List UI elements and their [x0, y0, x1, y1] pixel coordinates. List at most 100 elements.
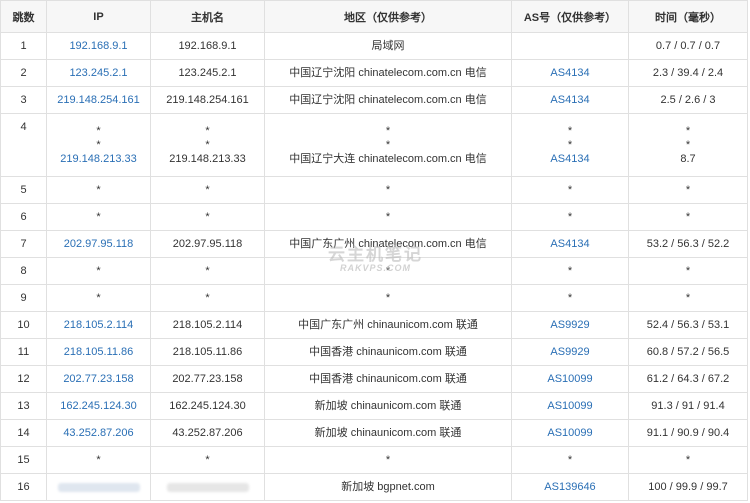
time-cell: 60.8 / 57.2 / 56.5 [628, 338, 748, 366]
blurred-host [166, 482, 249, 492]
as-cell: * [511, 446, 629, 474]
hop-cell: 5 [0, 176, 47, 204]
region-cell: 新加坡 chinaunicom.com 联通 [264, 419, 512, 447]
ip-link[interactable]: 219.148.213.33 [47, 152, 150, 166]
ip-cell [46, 473, 151, 501]
table-row: 3 219.148.254.161 219.148.254.161 中国辽宁沈阳… [0, 86, 748, 114]
star-placeholder: * [685, 125, 691, 137]
region-cell: 中国广东广州 chinaunicom.com 联通 [264, 311, 512, 339]
traceroute-table: 跳数 IP 主机名 地区（仅供参考） AS号（仅供参考） 时间（毫秒） 1 19… [0, 0, 748, 501]
as-link[interactable]: AS139646 [511, 473, 629, 501]
ip-cell: * [46, 203, 151, 231]
host-cell: * [150, 203, 265, 231]
as-link[interactable]: AS4134 [511, 86, 629, 114]
region-value: 中国辽宁大连 chinatelecom.com.cn 电信 [289, 153, 487, 165]
star-placeholder: * [205, 139, 210, 151]
as-link[interactable]: AS10099 [511, 365, 629, 393]
ip-link[interactable]: 43.252.87.206 [46, 419, 151, 447]
table-row: 15 * * * * * [0, 446, 748, 474]
time-cell: 61.2 / 64.3 / 67.2 [628, 365, 748, 393]
star-placeholder: * [567, 139, 573, 151]
as-link[interactable]: AS10099 [511, 392, 629, 420]
table-row: 9 * * * * * [0, 284, 748, 312]
table-row: 14 43.252.87.206 43.252.87.206 新加坡 china… [0, 419, 748, 447]
hop-cell: 8 [0, 257, 47, 285]
hop-cell: 1 [0, 32, 47, 60]
ip-link[interactable]: 123.245.2.1 [46, 59, 151, 87]
table-row: 1 192.168.9.1 192.168.9.1 局域网 0.7 / 0.7 … [0, 32, 748, 60]
ip-cell: * [46, 284, 151, 312]
hop-cell: 3 [0, 86, 47, 114]
hop-cell: 16 [0, 473, 47, 501]
time-cell: * [628, 446, 748, 474]
host-cell: 162.245.124.30 [150, 392, 265, 420]
host-cell: * * 219.148.213.33 [150, 113, 265, 177]
region-cell: * [264, 176, 512, 204]
as-cell: * [511, 284, 629, 312]
hop-cell: 13 [0, 392, 47, 420]
host-cell [150, 473, 265, 501]
ip-link[interactable]: 192.168.9.1 [46, 32, 151, 60]
ip-link[interactable]: 218.105.2.114 [46, 311, 151, 339]
time-cell: * * 8.7 [628, 113, 748, 177]
time-cell: 2.3 / 39.4 / 2.4 [628, 59, 748, 87]
ip-link[interactable]: 202.77.23.158 [46, 365, 151, 393]
region-cell: * [264, 257, 512, 285]
time-cell: 53.2 / 56.3 / 52.2 [628, 230, 748, 258]
host-cell: * [150, 284, 265, 312]
region-cell: 中国广东广州 chinatelecom.com.cn 电信 [264, 230, 512, 258]
header-region: 地区（仅供参考） [264, 0, 512, 33]
table-row: 2 123.245.2.1 123.245.2.1 中国辽宁沈阳 chinate… [0, 59, 748, 87]
time-cell: * [628, 284, 748, 312]
ip-link[interactable]: 162.245.124.30 [46, 392, 151, 420]
ip-cell: * [46, 257, 151, 285]
time-cell: * [628, 176, 748, 204]
host-cell: 219.148.254.161 [150, 86, 265, 114]
as-link[interactable] [511, 32, 629, 60]
star-placeholder: * [205, 125, 210, 137]
region-cell: * [264, 203, 512, 231]
table-header-row: 跳数 IP 主机名 地区（仅供参考） AS号（仅供参考） 时间（毫秒） [0, 0, 748, 33]
host-value: 219.148.213.33 [169, 153, 246, 165]
region-cell: * [264, 284, 512, 312]
time-cell: * [628, 203, 748, 231]
host-cell: 123.245.2.1 [150, 59, 265, 87]
table-row: 13 162.245.124.30 162.245.124.30 新加坡 chi… [0, 392, 748, 420]
time-cell: * [628, 257, 748, 285]
as-link[interactable]: AS9929 [511, 311, 629, 339]
as-cell: * [511, 203, 629, 231]
as-link[interactable]: AS4134 [512, 152, 628, 166]
time-cell: 91.1 / 90.9 / 90.4 [628, 419, 748, 447]
host-cell: 202.97.95.118 [150, 230, 265, 258]
blurred-ip [57, 482, 140, 492]
hop-cell: 14 [0, 419, 47, 447]
header-ip: IP [46, 0, 151, 33]
ip-link[interactable]: 219.148.254.161 [46, 86, 151, 114]
region-cell: 中国辽宁沈阳 chinatelecom.com.cn 电信 [264, 86, 512, 114]
host-cell: * [150, 446, 265, 474]
hop-cell: 9 [0, 284, 47, 312]
as-link[interactable]: AS4134 [511, 59, 629, 87]
as-link[interactable]: AS10099 [511, 419, 629, 447]
ip-cell: * [46, 446, 151, 474]
as-link[interactable]: AS4134 [511, 230, 629, 258]
hop-cell: 4 [0, 113, 47, 177]
time-cell: 91.3 / 91 / 91.4 [628, 392, 748, 420]
as-link[interactable]: AS9929 [511, 338, 629, 366]
hop-cell: 12 [0, 365, 47, 393]
ip-cell: * * 219.148.213.33 [46, 113, 151, 177]
table-row: 16 新加坡 bgpnet.com AS139646 100 / 99.9 / … [0, 473, 748, 501]
table-row: 6 * * * * * [0, 203, 748, 231]
table-row: 5 * * * * * [0, 176, 748, 204]
ip-link[interactable]: 202.97.95.118 [46, 230, 151, 258]
table-row: 8 * * * * * [0, 257, 748, 285]
hop-cell: 2 [0, 59, 47, 87]
region-cell: 中国香港 chinaunicom.com 联通 [264, 338, 512, 366]
host-cell: * [150, 257, 265, 285]
region-cell: 中国香港 chinaunicom.com 联通 [264, 365, 512, 393]
table-row: 12 202.77.23.158 202.77.23.158 中国香港 chin… [0, 365, 748, 393]
ip-link[interactable]: 218.105.11.86 [46, 338, 151, 366]
region-cell: * [264, 446, 512, 474]
region-cell: * * 中国辽宁大连 chinatelecom.com.cn 电信 [264, 113, 512, 177]
hop-cell: 6 [0, 203, 47, 231]
